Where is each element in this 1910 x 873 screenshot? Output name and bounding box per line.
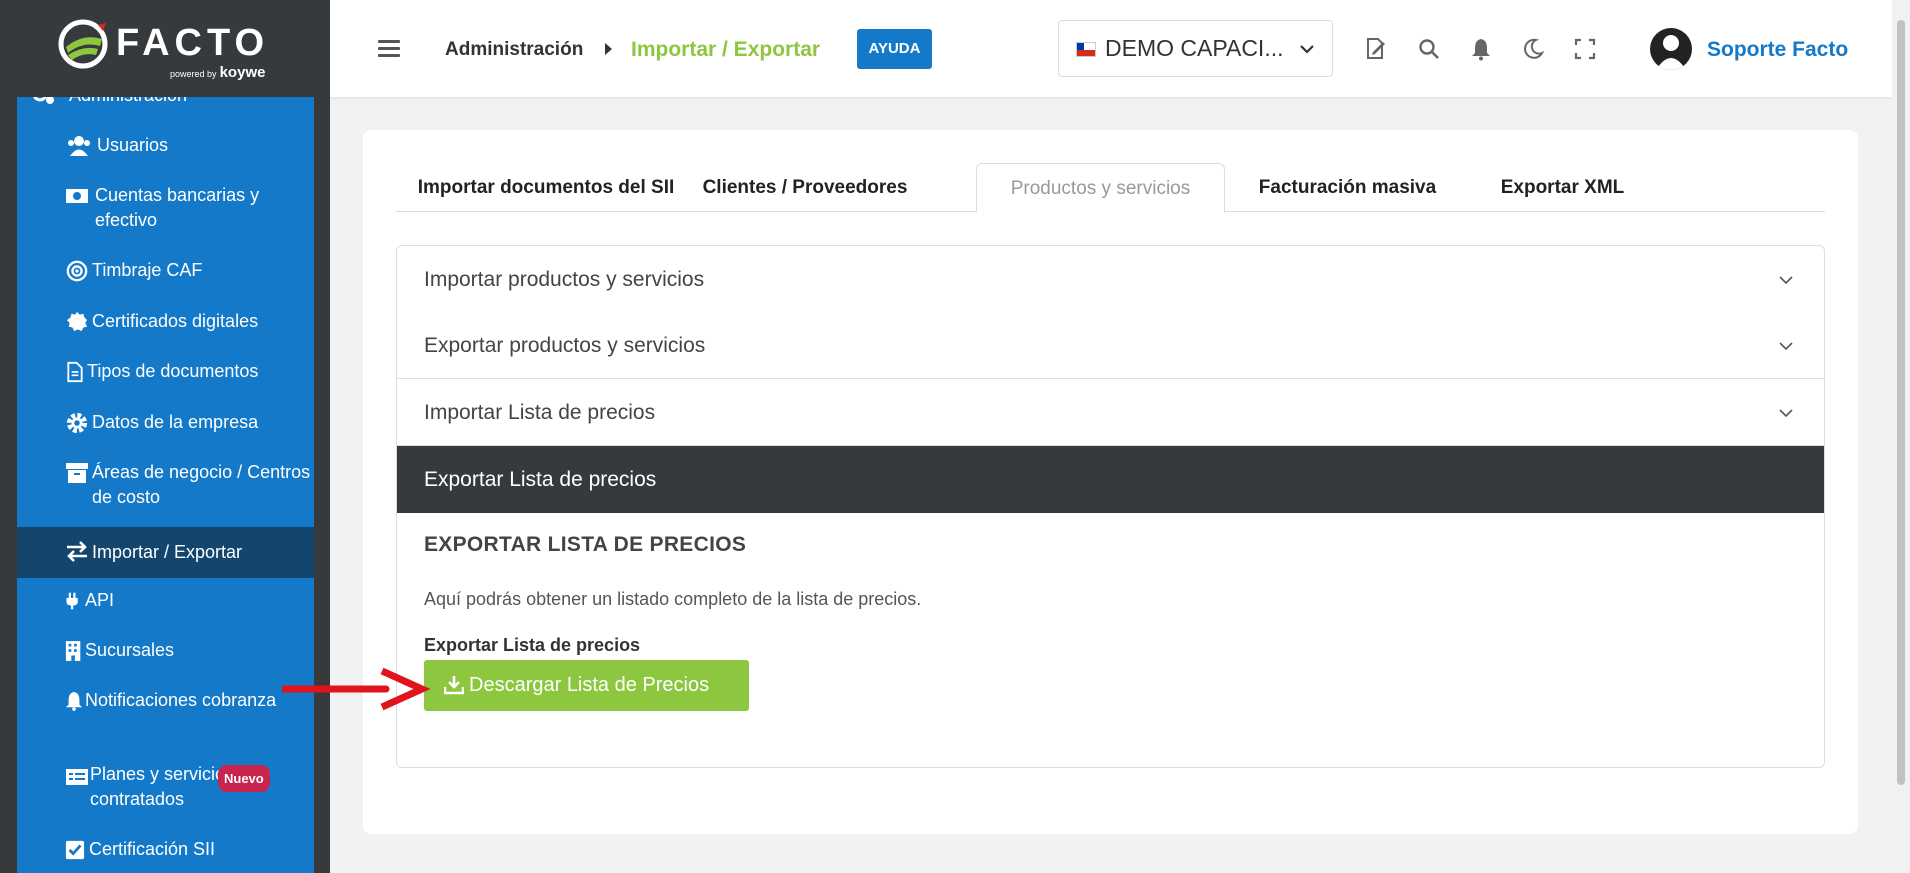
- sidebar-item-label: Notificaciones cobranza: [85, 690, 277, 710]
- sidebar-section-label: Administración: [31, 97, 314, 108]
- help-button[interactable]: AYUDA: [857, 29, 932, 69]
- tab-productos-servicios[interactable]: Productos y servicios: [976, 163, 1225, 213]
- sidebar-item-timbraje-caf[interactable]: Timbraje CAF: [17, 258, 314, 288]
- new-badge: Nuevo: [218, 765, 270, 792]
- breadcrumb-parent[interactable]: Administración: [445, 39, 583, 61]
- sidebar-item-sucursales[interactable]: Sucursales: [17, 638, 314, 668]
- sidebar-item-label: Certificación SII: [89, 839, 216, 859]
- page-scrollbar[interactable]: [1892, 0, 1910, 873]
- chevron-down-icon: [1300, 45, 1314, 54]
- sidebar-item-label: Cuentas bancarias y efectivo: [95, 185, 260, 230]
- logo-area[interactable]: FACTO powered by koywe: [0, 0, 330, 97]
- sidebar-item-areas-negocio[interactable]: Áreas de negocio / Centros de costo: [17, 460, 314, 512]
- receipt-icon: [66, 769, 88, 785]
- dark-mode-moon-icon[interactable]: [1521, 37, 1545, 61]
- company-name: DEMO CAPACI...: [1105, 35, 1284, 61]
- sidebar-item-planes[interactable]: Planes y servicios contratados Nuevo: [17, 762, 314, 814]
- archive-icon: [66, 463, 88, 483]
- top-header: Administración Importar / Exportar AYUDA…: [330, 0, 1892, 97]
- user-avatar[interactable]: [1650, 28, 1692, 70]
- tab-facturacion-masiva[interactable]: Facturación masiva: [1225, 163, 1470, 212]
- breadcrumb-separator-icon: [605, 43, 612, 55]
- plug-icon: [66, 592, 78, 610]
- hamburger-menu-icon[interactable]: [378, 40, 400, 58]
- tab-clientes-proveedores[interactable]: Clientes / Proveedores: [696, 163, 914, 212]
- download-icon: [444, 676, 464, 695]
- tab-exportar-xml[interactable]: Exportar XML: [1470, 163, 1655, 212]
- accordion-header-label: Exportar productos y servicios: [424, 334, 706, 357]
- annotation-arrow-icon: [282, 667, 430, 711]
- sidebar-item-importar-exportar[interactable]: Importar / Exportar: [17, 527, 314, 578]
- export-field-label: Exportar Lista de precios: [424, 635, 641, 655]
- certificate-icon: [66, 311, 88, 332]
- sidebar-item-notificaciones[interactable]: Notificaciones cobranza: [17, 688, 314, 740]
- bell-icon[interactable]: [1469, 37, 1493, 61]
- company-selector[interactable]: DEMO CAPACI...: [1058, 20, 1333, 77]
- sidebar-item-label: Tipos de documentos: [87, 361, 259, 381]
- tab-importar-documentos-sii[interactable]: Importar documentos del SII: [396, 163, 696, 212]
- sidebar-item-label: Datos de la empresa: [92, 412, 259, 432]
- sidebar-item-certificacion-sii[interactable]: Certificación SII: [17, 837, 314, 867]
- sidebar-item-label: Certificados digitales: [92, 311, 259, 331]
- edit-document-icon[interactable]: [1364, 37, 1388, 61]
- sidebar-item-label: Usuarios: [97, 135, 169, 155]
- sidebar-item-datos-empresa[interactable]: Datos de la empresa: [17, 410, 314, 440]
- accordion-header-label: Importar productos y servicios: [424, 268, 705, 291]
- sidebar-section-administracion[interactable]: Administración: [17, 97, 314, 113]
- powered-by-label: powered by koywe: [170, 64, 265, 81]
- partner-name: koywe: [219, 64, 266, 81]
- accordion-header-importar-lista-precios[interactable]: Importar Lista de precios: [397, 379, 1824, 446]
- chile-flag-icon: [1076, 42, 1096, 57]
- scrollbar-thumb[interactable]: [1897, 20, 1905, 785]
- accordion-header-exportar-lista-precios[interactable]: Exportar Lista de precios: [397, 446, 1824, 513]
- target-icon: [66, 260, 88, 282]
- sidebar-item-tipos-documentos[interactable]: Tipos de documentos: [17, 359, 314, 389]
- building-icon: [65, 641, 81, 661]
- sidebar-item-cuentas-bancarias[interactable]: Cuentas bancarias y efectivo: [17, 183, 314, 235]
- sidebar-item-label: Timbraje CAF: [92, 260, 203, 280]
- powered-by-text: powered by: [170, 69, 217, 79]
- accordion: Importar productos y servicios Exportar …: [396, 245, 1825, 768]
- accordion-header-label: Exportar Lista de precios: [424, 468, 657, 491]
- gear-icon: [66, 412, 88, 434]
- section-title: EXPORTAR LISTA DE PRECIOS: [424, 533, 747, 556]
- sidebar-item-api[interactable]: API: [17, 588, 314, 618]
- sidebar-item-label: Sucursales: [85, 640, 175, 660]
- file-icon: [67, 361, 83, 383]
- sidebar-menu: Administración Usuarios Cuentas bancaria…: [17, 97, 314, 873]
- facto-logo-icon: [58, 19, 108, 69]
- breadcrumb-current: Importar / Exportar: [631, 38, 821, 61]
- chevron-down-icon: [1779, 409, 1793, 418]
- accordion-header-importar-productos[interactable]: Importar productos y servicios: [397, 246, 1824, 313]
- sidebar-item-label: API: [85, 590, 115, 610]
- accordion-header-exportar-productos[interactable]: Exportar productos y servicios: [397, 312, 1824, 379]
- sidebar: FACTO powered by koywe Administración Us…: [0, 0, 330, 873]
- sidebar-item-label: Áreas de negocio / Centros de costo: [92, 462, 311, 507]
- user-silhouette-icon: [1656, 35, 1686, 70]
- sidebar-item-label: Importar / Exportar: [92, 542, 243, 562]
- main-card: Importar documentos del SII Clientes / P…: [363, 130, 1858, 834]
- accordion-header-label: Importar Lista de precios: [424, 401, 656, 424]
- bell-icon: [65, 692, 83, 711]
- gears-icon: [33, 97, 54, 104]
- user-name[interactable]: Soporte Facto: [1707, 38, 1848, 62]
- chevron-down-icon: [1779, 276, 1793, 285]
- sidebar-item-certificados[interactable]: Certificados digitales: [17, 309, 314, 339]
- tab-bar: Importar documentos del SII Clientes / P…: [396, 163, 1825, 213]
- search-icon[interactable]: [1417, 37, 1441, 61]
- exchange-icon: [67, 541, 87, 562]
- fullscreen-icon[interactable]: [1573, 37, 1597, 61]
- money-icon: [66, 189, 88, 203]
- sidebar-item-usuarios[interactable]: Usuarios: [17, 133, 314, 163]
- section-description: Aquí podrás obtener un listado completo …: [424, 589, 922, 609]
- download-price-list-button[interactable]: Descargar Lista de Precios: [424, 660, 749, 711]
- users-icon: [68, 136, 90, 156]
- logo-text: FACTO: [116, 22, 270, 64]
- chevron-down-icon: [1779, 342, 1793, 351]
- check-square-icon: [65, 840, 85, 860]
- download-button-label: Descargar Lista de Precios: [469, 674, 710, 696]
